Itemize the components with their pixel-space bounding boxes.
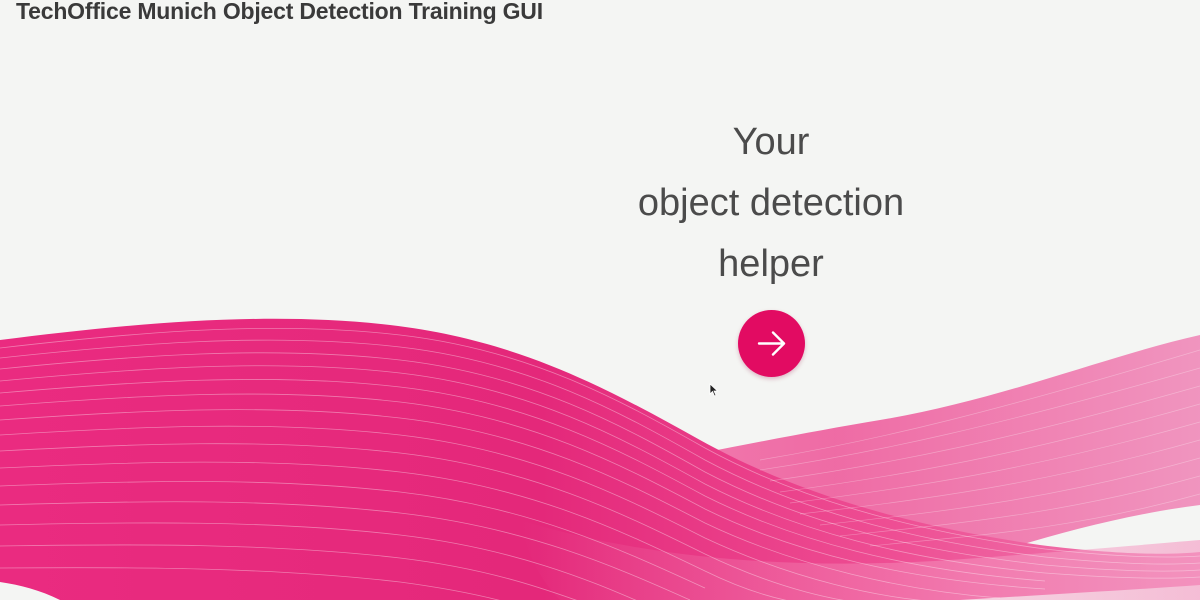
arrow-right-icon [757, 331, 786, 356]
mouse-pointer-icon [709, 383, 719, 397]
hero-line-helper: helper [718, 243, 824, 285]
app-title: TechOffice Munich Object Detection Train… [16, 0, 543, 24]
hero-line-your: Your [732, 121, 810, 163]
hero-line-object-detection: object detection [637, 182, 905, 224]
start-button[interactable] [738, 310, 805, 377]
decorative-wave-background [0, 318, 1200, 600]
hero-tagline: Your object detection helper [571, 112, 971, 295]
